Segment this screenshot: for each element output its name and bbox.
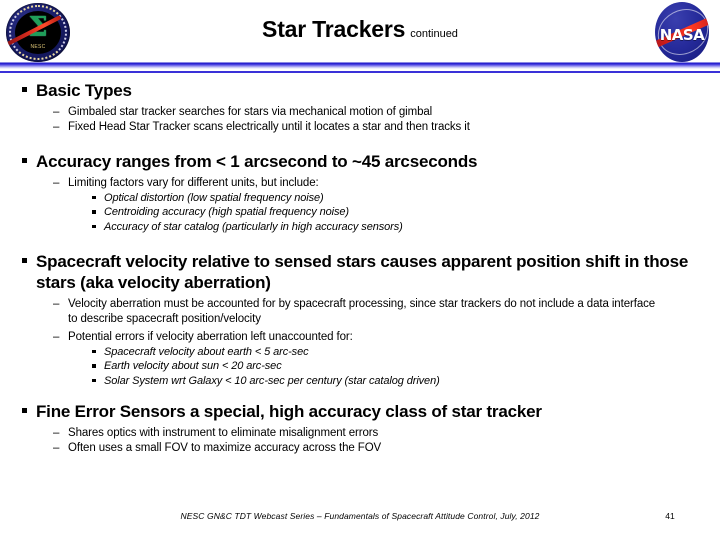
bullet-square-small-icon xyxy=(92,210,96,214)
bullet-square-small-icon xyxy=(92,349,96,353)
sub-bullet-text: Potential errors if velocity aberration … xyxy=(68,331,353,343)
sub-bullet: – Gimbaled star tracker searches for sta… xyxy=(0,105,720,120)
sub-bullet-text: Limiting factors vary for different unit… xyxy=(68,177,319,189)
bullet-dash-icon: – xyxy=(53,177,60,189)
detail-bullet: Earth velocity about sun < 20 arc-sec xyxy=(0,359,720,374)
bullet-dash-icon: – xyxy=(53,441,60,454)
nesc-seal-sub-caption: NESC xyxy=(30,44,46,50)
detail-bullet: Optical distortion (low spatial frequenc… xyxy=(0,191,720,206)
nasa-meatball-logo: NASA xyxy=(651,2,713,62)
detail-bullet-text: Accuracy of star catalog (particularly i… xyxy=(104,220,403,233)
slide-header: Σ NESC Star Trackers continued NASA xyxy=(0,0,720,73)
bullet-square-icon xyxy=(22,87,27,92)
detail-bullet: Spacecraft velocity about earth < 5 arc-… xyxy=(0,345,720,360)
page-title-main: Star Trackers xyxy=(262,16,406,42)
detail-bullet-text: Solar System wrt Galaxy < 10 arc-sec per… xyxy=(104,374,440,387)
detail-bullet: Accuracy of star catalog (particularly i… xyxy=(0,220,720,235)
sub-bullet: – Fixed Head Star Tracker scans electric… xyxy=(0,120,720,135)
section-heading-text: Fine Error Sensors a special, high accur… xyxy=(36,402,542,421)
section-heading: Basic Types xyxy=(0,80,720,101)
header-divider-line xyxy=(0,71,720,73)
section-heading: Spacecraft velocity relative to sensed s… xyxy=(0,251,720,293)
section-heading: Fine Error Sensors a special, high accur… xyxy=(0,401,720,422)
bullet-dash-icon: – xyxy=(53,331,60,343)
section-heading: Accuracy ranges from < 1 arcsecond to ~4… xyxy=(0,151,720,172)
slide-content: Basic Types – Gimbaled star tracker sear… xyxy=(0,80,720,455)
bullet-dash-icon: – xyxy=(53,106,60,118)
detail-bullet-text: Optical distortion (low spatial frequenc… xyxy=(104,191,324,204)
sub-bullet-text: Shares optics with instrument to elimina… xyxy=(68,427,379,439)
sub-bullet-text: Gimbaled star tracker searches for stars… xyxy=(68,106,433,118)
page-title: Star Trackers continued xyxy=(110,16,610,43)
section-heading-text: Basic Types xyxy=(36,81,132,100)
detail-bullet: Centroiding accuracy (high spatial frequ… xyxy=(0,205,720,220)
bullet-square-small-icon xyxy=(92,364,96,368)
detail-bullet-text: Centroiding accuracy (high spatial frequ… xyxy=(104,206,349,218)
detail-bullet-text: Earth velocity about sun < 20 arc-sec xyxy=(104,360,282,372)
sub-bullet: – Often uses a small FOV to maximize acc… xyxy=(0,441,720,456)
nesc-seal-logo: Σ NESC xyxy=(6,3,70,62)
detail-bullet-text: Spacecraft velocity about earth < 5 arc-… xyxy=(104,345,309,358)
bullet-square-icon xyxy=(22,158,27,163)
bullet-square-small-icon xyxy=(92,378,96,382)
bullet-dash-icon: – xyxy=(53,427,60,439)
bullet-dash-icon: – xyxy=(53,120,60,133)
bullet-square-icon xyxy=(22,408,27,413)
sub-bullet-text: Often uses a small FOV to maximize accur… xyxy=(68,441,382,454)
footer-text: NESC GN&C TDT Webcast Series – Fundament… xyxy=(180,511,540,521)
page-number: 41 xyxy=(665,511,675,521)
sub-bullet-text: Fixed Head Star Tracker scans electrical… xyxy=(68,120,470,133)
header-divider-band xyxy=(0,62,720,69)
bullet-square-icon xyxy=(22,258,27,263)
detail-bullet: Solar System wrt Galaxy < 10 arc-sec per… xyxy=(0,374,720,389)
bullet-square-small-icon xyxy=(92,224,96,228)
page-title-continued: continued xyxy=(410,28,458,40)
nesc-seal-ring: Σ NESC xyxy=(6,3,70,62)
nasa-wordmark: NASA xyxy=(659,26,705,44)
bullet-dash-icon: – xyxy=(53,298,60,310)
section-heading-text: Accuracy ranges from < 1 arcsecond to ~4… xyxy=(36,152,478,171)
sub-bullet: – Potential errors if velocity aberratio… xyxy=(0,330,720,345)
sub-bullet: – Velocity aberration must be accounted … xyxy=(0,297,720,326)
bullet-square-small-icon xyxy=(92,195,96,199)
section-heading-text: Spacecraft velocity relative to sensed s… xyxy=(36,252,689,292)
sub-bullet: – Shares optics with instrument to elimi… xyxy=(0,426,720,441)
sub-bullet: – Limiting factors vary for different un… xyxy=(0,176,720,191)
sub-bullet-text: Velocity aberration must be accounted fo… xyxy=(68,298,656,325)
